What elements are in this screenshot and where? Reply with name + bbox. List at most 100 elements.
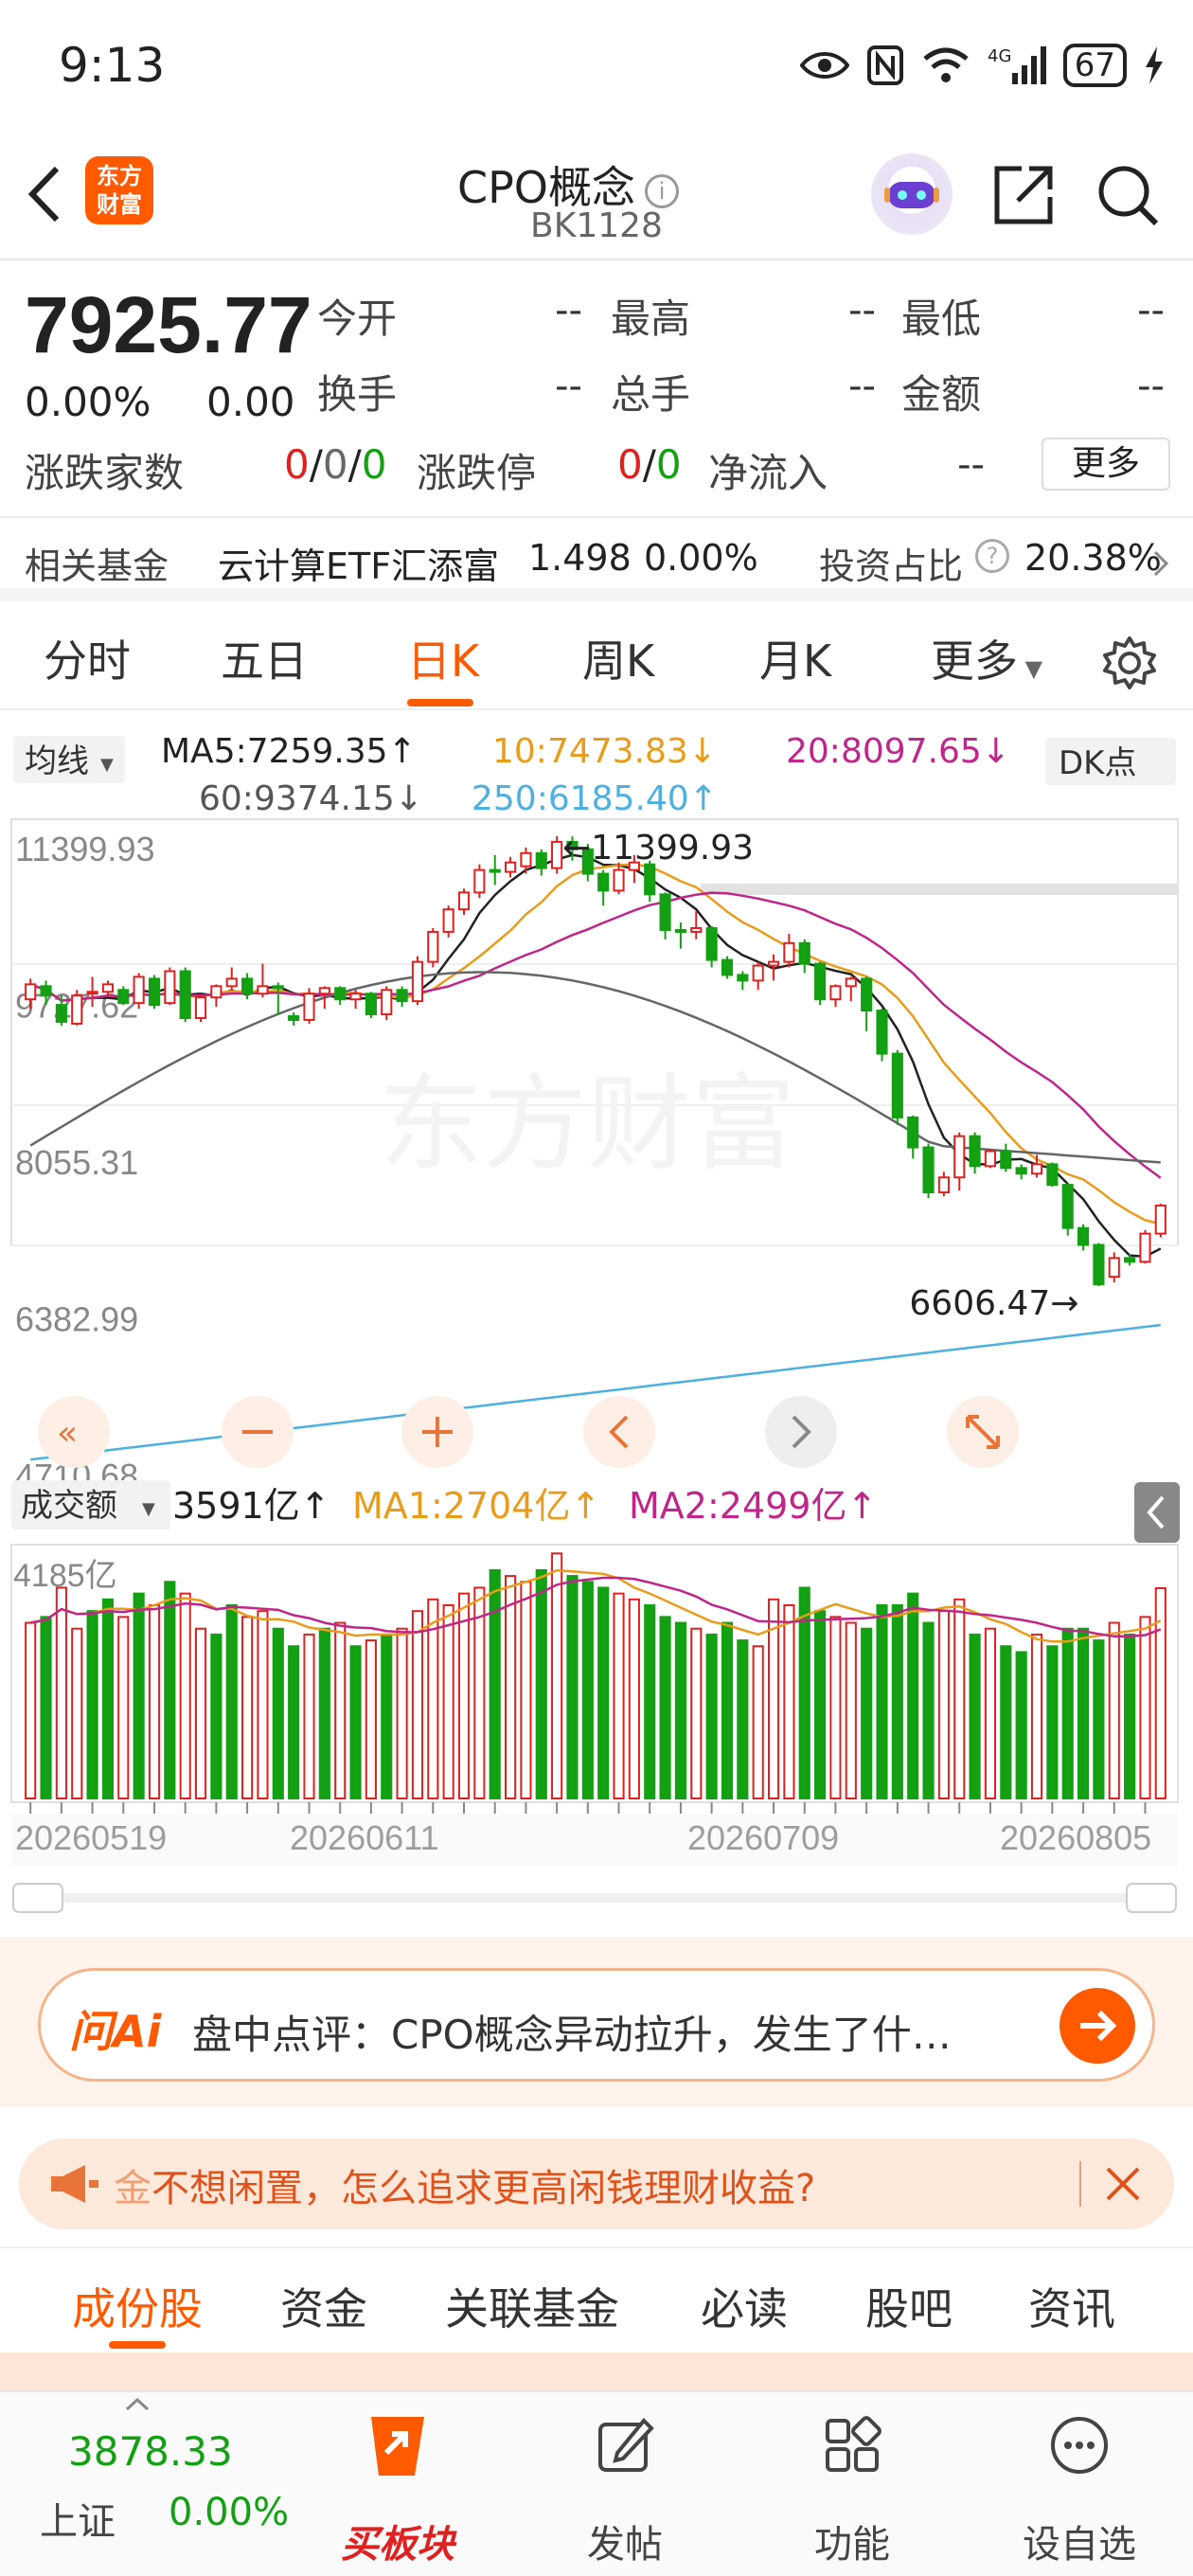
candle-body: [535, 851, 547, 869]
tab-monthly-k[interactable]: 月K: [759, 627, 831, 689]
candle-body: [1030, 1163, 1043, 1175]
tab-more[interactable]: 更多 ▼: [931, 627, 1042, 689]
candle-body: [1154, 1204, 1166, 1235]
search-icon[interactable]: [1094, 161, 1162, 229]
candle-body: [845, 977, 857, 988]
candle-body: [504, 861, 517, 873]
volume-ma2-line: [29, 1576, 1162, 1638]
rewind-button[interactable]: «: [38, 1396, 110, 1468]
promo-banner[interactable]: 金 不想闲置，怎么追求更高闲钱理财收益?: [19, 2138, 1174, 2229]
volume-bar: [737, 1639, 749, 1799]
zoom-out-button[interactable]: [222, 1396, 294, 1468]
ai-brand: 问Ai: [69, 2006, 162, 2057]
volume-bar: [148, 1603, 161, 1799]
tab-must-read[interactable]: 必读: [701, 2275, 788, 2337]
tab-intraday[interactable]: 分时: [44, 627, 131, 689]
tab-weekly-k[interactable]: 周K: [582, 627, 654, 689]
ai-assistant-icon[interactable]: [871, 153, 953, 235]
back-arrow-icon[interactable]: [19, 161, 76, 227]
nav-post-label: 发帖: [587, 2523, 663, 2567]
more-dots-icon: [1051, 2417, 1108, 2474]
low-label: 最低: [901, 295, 982, 342]
scroll-left-button[interactable]: [583, 1396, 655, 1468]
y-axis-ticks: 11399.939727.628055.316382.994710.68: [15, 830, 154, 1495]
open-value: --: [555, 289, 582, 332]
candle-body: [953, 1135, 966, 1179]
nav-functions[interactable]: 功能: [776, 2392, 928, 2576]
volume-bar: [721, 1621, 734, 1800]
ma60-label: 60:9374.15↓: [199, 779, 423, 818]
chevron-right-icon[interactable]: [1151, 548, 1170, 579]
fund-name[interactable]: 云计算ETF汇添富: [218, 537, 499, 589]
candle-body: [551, 840, 563, 869]
tab-constituents[interactable]: 成份股: [72, 2275, 203, 2337]
volume-bar: [644, 1603, 656, 1799]
volume-bar: [876, 1603, 888, 1799]
share-icon[interactable]: [989, 161, 1058, 229]
nav-buy-board[interactable]: 买板块: [322, 2392, 473, 2576]
eastmoney-logo: 东方 财富: [85, 156, 153, 224]
tab-capital[interactable]: 资金: [280, 2275, 367, 2337]
candle-body: [690, 926, 703, 933]
ma250-label: 250:6185.40↑: [472, 779, 718, 818]
current-price: 7925.77: [25, 280, 312, 369]
candle-body: [55, 1004, 67, 1023]
candle-body: [164, 970, 176, 1005]
index-ticker[interactable]: 3878.33 上证 0.00%: [0, 2392, 312, 2576]
scroll-handle-right[interactable]: [1126, 1883, 1177, 1913]
related-fund-row[interactable]: 相关基金 云计算ETF汇添富 1.498 0.00% 投资占比 ? 20.38%: [0, 516, 1193, 601]
news-strip[interactable]: [0, 2352, 1193, 2390]
ma-selector[interactable]: 均线 ▼: [13, 736, 125, 783]
volume-bar: [1077, 1627, 1090, 1800]
more-button[interactable]: 更多: [1042, 438, 1170, 491]
info-icon[interactable]: i: [645, 173, 680, 208]
kline-chart[interactable]: 均线 ▼ MA5:7259.35↑ 10:7473.83↓ 20:8097.65…: [0, 715, 1193, 1918]
collapse-panel-button[interactable]: [1134, 1482, 1180, 1543]
tab-news[interactable]: 资讯: [1028, 2275, 1115, 2337]
candle-body: [1077, 1226, 1090, 1246]
volume-bar: [752, 1645, 764, 1799]
nav-add-watchlist[interactable]: 设自选: [1004, 2392, 1155, 2576]
chart-scrollbar[interactable]: [11, 1883, 1178, 1913]
grid-icon: [826, 2416, 881, 2472]
candle-body: [937, 1176, 950, 1194]
scroll-handle-left[interactable]: [12, 1883, 63, 1913]
tab-five-day[interactable]: 五日: [221, 627, 308, 689]
candle-body: [148, 977, 161, 1007]
dk-point-toggle[interactable]: DK点: [1045, 738, 1176, 785]
volume-bar: [86, 1610, 98, 1799]
tab-daily-k[interactable]: 日K: [407, 627, 479, 689]
candle-body: [644, 863, 656, 896]
caret-down-icon: ▼: [100, 755, 114, 775]
netflow-label: 净流入: [708, 450, 828, 496]
volume-bar: [179, 1592, 191, 1800]
nav-post[interactable]: 发帖: [549, 2392, 701, 2576]
ai-commentary-banner[interactable]: 问Ai 盘中点评：CPO概念异动拉升，发生了什…: [38, 1968, 1155, 2082]
volume-bar: [1000, 1645, 1012, 1799]
dk-label: DK点: [1059, 744, 1136, 782]
zoom-in-button[interactable]: [401, 1396, 473, 1468]
resistance-band: [701, 884, 1178, 895]
candle-body: [1015, 1167, 1027, 1175]
volume-bar: [1124, 1633, 1136, 1799]
volume-selector[interactable]: 成交额 ▼: [11, 1480, 170, 1530]
tab-forum[interactable]: 股吧: [865, 2275, 953, 2337]
arrow-right-icon: [1080, 2010, 1117, 2042]
tab-more-label: 更多: [931, 635, 1018, 687]
active-content-tab-underline: [109, 2341, 166, 2349]
open-label: 今开: [317, 295, 398, 342]
volume-bar: [303, 1633, 315, 1799]
candle-body: [876, 1010, 888, 1055]
gear-icon[interactable]: [1101, 635, 1158, 691]
volume-bar: [984, 1627, 997, 1800]
volume-bar: [365, 1639, 377, 1799]
fullscreen-button[interactable]: [947, 1396, 1019, 1468]
close-icon[interactable]: [1102, 2163, 1144, 2205]
ai-go-button[interactable]: [1059, 1988, 1135, 2064]
scroll-right-button[interactable]: [765, 1396, 837, 1468]
candle-body: [752, 964, 764, 982]
volume-bar: [566, 1575, 579, 1799]
tab-related-funds[interactable]: 关联基金: [445, 2275, 619, 2337]
volume-bars: [25, 1552, 1166, 1800]
help-icon[interactable]: ?: [975, 539, 1009, 573]
